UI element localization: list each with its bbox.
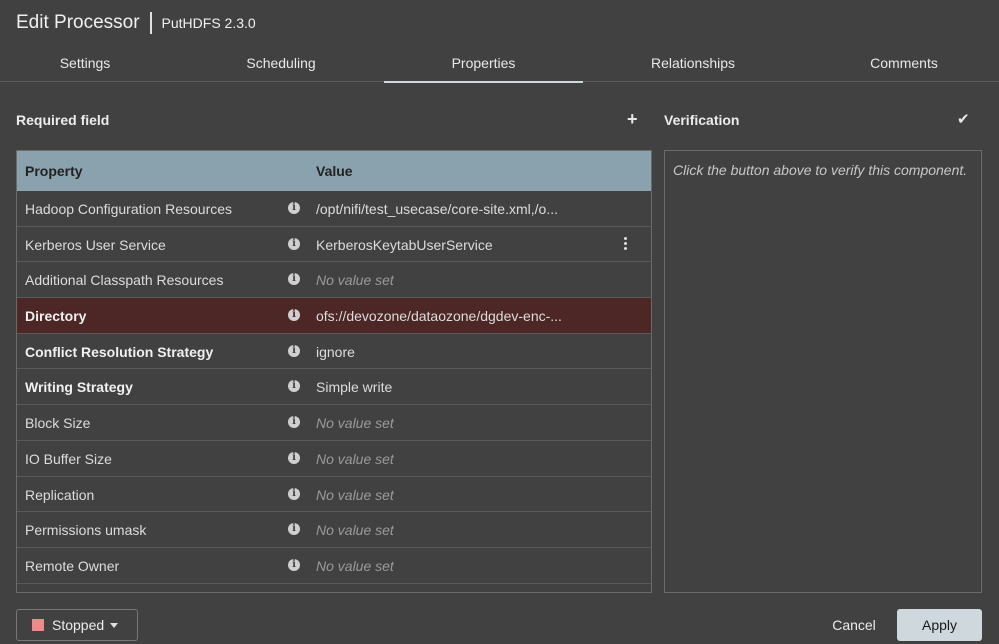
property-value[interactable]: No value set: [316, 522, 394, 538]
property-name: Remote Owner: [25, 557, 120, 574]
info-icon[interactable]: i: [288, 451, 300, 464]
info-icon[interactable]: i: [288, 487, 300, 500]
property-value[interactable]: No value set: [316, 272, 394, 288]
property-value[interactable]: KerberosKeytabUserService: [316, 237, 493, 253]
tab-bar: Settings Scheduling Properties Relations…: [0, 48, 999, 83]
cancel-button[interactable]: Cancel: [822, 612, 886, 638]
verification-title: Verification: [664, 112, 740, 128]
table-row[interactable]: Hadoop Configuration Resources i/opt/nifi…: [17, 191, 651, 227]
property-name: Writing Strategy: [25, 379, 133, 396]
property-name: Replication: [25, 486, 95, 503]
property-value[interactable]: No value set: [316, 487, 394, 503]
table-row[interactable]: Kerberos User Service i KerberosKeytabUser…: [17, 227, 651, 263]
info-icon[interactable]: i: [288, 237, 300, 250]
dialog-header: Edit Processor PutHDFS 2.3.0: [16, 11, 256, 35]
info-icon[interactable]: i: [288, 523, 300, 536]
property-value[interactable]: Simple write: [316, 379, 392, 395]
table-row[interactable]: Directory i ofs://devozone/dataozone/dgdev…: [17, 298, 651, 334]
table-header: Property Value: [17, 151, 651, 191]
property-value[interactable]: No value set: [316, 415, 394, 431]
column-header-property[interactable]: Property: [25, 163, 83, 179]
property-name: Block Size: [25, 415, 91, 432]
info-icon[interactable]: i: [288, 558, 300, 571]
table-row[interactable]: Remote Owner i No value set: [17, 548, 651, 584]
table-row[interactable]: Additional Classpath Resources i No value …: [17, 262, 651, 299]
run-status-dropdown[interactable]: Stopped: [16, 609, 138, 641]
table-row[interactable]: Conflict Resolution Strategy i ignore: [17, 334, 651, 370]
info-icon[interactable]: i: [288, 416, 300, 429]
table-row[interactable]: IO Buffer Size i No value set: [17, 441, 651, 477]
chevron-down-icon: [110, 622, 119, 628]
property-name: Permissions umask: [25, 522, 147, 539]
info-icon[interactable]: i: [288, 273, 300, 286]
properties-table: Property Value Hadoop Configuration Reso…: [16, 150, 652, 593]
table-row[interactable]: Permissions umask i No value set: [17, 512, 651, 548]
property-name: Conflict Resolution Strategy: [25, 343, 214, 360]
run-status-label: Stopped: [52, 617, 105, 633]
property-value[interactable]: ignore: [316, 344, 355, 360]
dialog-title: Edit Processor: [16, 12, 140, 33]
table-row[interactable]: Block Size i No value set: [17, 405, 651, 441]
more-options-icon[interactable]: [621, 236, 629, 251]
property-name: Additional Classpath Resources: [25, 272, 224, 289]
required-field-label: Required field: [16, 112, 110, 128]
tab-settings[interactable]: Settings: [0, 48, 170, 82]
tab-comments[interactable]: Comments: [804, 48, 999, 82]
column-header-value[interactable]: Value: [316, 163, 353, 179]
info-icon[interactable]: i: [288, 309, 300, 322]
processor-type: PutHDFS 2.3.0: [161, 15, 256, 31]
property-name: Hadoop Configuration Resources: [25, 201, 233, 217]
verification-panel: Click the button above to verify this co…: [664, 150, 982, 593]
title-separator: [149, 12, 152, 34]
property-name: Kerberos User Service: [25, 236, 166, 253]
property-value[interactable]: ofs://devozone/dataozone/dgdev-enc-...: [316, 308, 562, 324]
verification-hint: Click the button above to verify this co…: [673, 162, 968, 178]
property-value[interactable]: /opt/nifi/test_usecase/core-site.xml,/o.…: [316, 201, 558, 217]
tab-relationships[interactable]: Relationships: [593, 48, 793, 82]
tab-scheduling[interactable]: Scheduling: [181, 48, 381, 82]
table-row[interactable]: Writing Strategy i Simple write: [17, 369, 651, 406]
info-icon[interactable]: i: [288, 380, 300, 393]
property-value[interactable]: No value set: [316, 451, 394, 467]
property-name: Directory: [25, 308, 87, 325]
plus-icon[interactable]: +: [627, 110, 638, 128]
table-row[interactable]: Replication i No value set: [17, 477, 651, 513]
stopped-icon: [32, 619, 44, 631]
table-body: Hadoop Configuration Resources i/opt/nifi…: [17, 191, 651, 584]
checkmark-icon[interactable]: ✔: [957, 112, 970, 127]
property-name: IO Buffer Size: [25, 450, 112, 467]
info-icon[interactable]: i: [288, 202, 300, 214]
tab-properties[interactable]: Properties: [384, 48, 583, 83]
info-icon[interactable]: i: [288, 344, 300, 357]
property-value[interactable]: No value set: [316, 558, 394, 574]
apply-button[interactable]: Apply: [897, 609, 982, 641]
